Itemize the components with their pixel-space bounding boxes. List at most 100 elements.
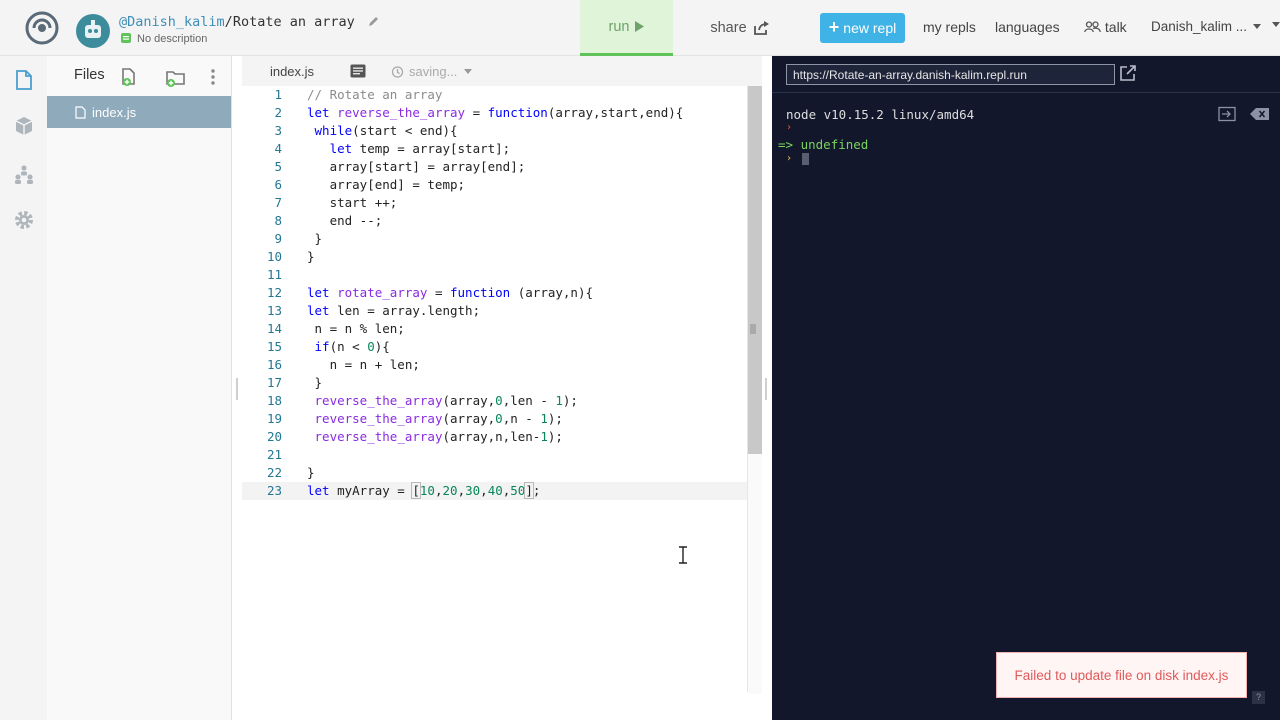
code-text: array[end] = temp; (307, 177, 466, 192)
code-line: 12 let rotate_array = function (array,n){ (242, 284, 748, 302)
error-toast[interactable]: Failed to update file on disk index.js (996, 652, 1247, 698)
save-status-label: saving... (409, 64, 458, 79)
editor-console-splitter[interactable] (765, 378, 767, 400)
scrollbar-cursor-marker (750, 324, 756, 334)
code-token: (array, (442, 393, 496, 408)
multiplayer-icon[interactable] (12, 162, 36, 186)
expand-console-icon[interactable] (1216, 106, 1238, 122)
line-number: 1 (274, 87, 282, 102)
line-number: 20 (266, 429, 282, 444)
new-repl-button[interactable]: + new repl (820, 13, 905, 43)
code-text: while(start < end){ (307, 122, 458, 140)
replit-logo-icon[interactable] (24, 10, 60, 46)
code-line: 1 // Rotate an array (242, 86, 748, 104)
open-external-icon[interactable] (1119, 64, 1137, 82)
code-text: let reverse_the_array = function(array,s… (307, 104, 683, 122)
console-input-caret[interactable] (802, 153, 809, 165)
code-token: ); (562, 393, 578, 408)
settings-gear-icon[interactable] (12, 208, 36, 232)
user-menu[interactable]: Danish_kalim ... (1151, 19, 1262, 34)
code-line: 7 start ++; (242, 194, 748, 212)
code-line-active: 23 let myArray = [10,20,30,40,50]; (242, 482, 748, 500)
code-line: 13 let len = array.length; (242, 302, 748, 320)
run-button[interactable]: run (580, 0, 673, 56)
code-line: 5 array[start] = array[end]; (242, 158, 748, 176)
code-token: function (450, 285, 511, 300)
line-number: 9 (274, 231, 282, 246)
my-repls-link[interactable]: my repls (923, 19, 976, 35)
code-text: } (307, 465, 315, 480)
more-options-icon[interactable] (202, 66, 224, 88)
format-code-icon[interactable] (350, 64, 366, 78)
code-line: 21 (242, 446, 748, 464)
user-avatar[interactable] (76, 14, 110, 48)
code-text: n = n % len; (307, 321, 405, 336)
add-file-icon[interactable] (118, 66, 140, 88)
code-line: 11 (242, 266, 748, 284)
code-token: ,len - (502, 393, 556, 408)
code-line: 10} (242, 248, 748, 266)
repl-url-field[interactable]: https://Rotate-an-array.danish-kalim.rep… (786, 64, 1115, 85)
line-number: 2 (274, 105, 282, 120)
code-token: 50 (510, 483, 526, 498)
files-editor-splitter[interactable] (236, 378, 238, 400)
clear-console-icon[interactable] (1249, 106, 1271, 122)
code-token: , (457, 483, 466, 498)
line-number: 18 (266, 393, 282, 408)
code-token: 0 (495, 393, 503, 408)
line-number: 6 (274, 177, 282, 192)
pencil-icon[interactable] (367, 15, 380, 28)
repl-description[interactable]: No description (120, 32, 207, 45)
talk-link[interactable]: talk (1084, 19, 1127, 35)
code-token: ,n - (502, 411, 541, 426)
console-divider (772, 92, 1280, 93)
code-token: = (427, 285, 450, 300)
add-folder-icon[interactable] (164, 66, 186, 88)
code-line: 16 n = n + len; (242, 356, 748, 374)
help-icon[interactable]: ? (1252, 691, 1265, 704)
code-token: = (465, 105, 488, 120)
code-token: myArray = (329, 483, 413, 498)
code-text: start ++; (307, 195, 398, 210)
code-token: (array,n){ (510, 285, 594, 300)
console-result-prefix: => (778, 137, 794, 152)
save-status[interactable]: saving... (390, 64, 473, 79)
packages-icon[interactable] (12, 114, 36, 138)
languages-link[interactable]: languages (995, 19, 1060, 35)
repl-name[interactable]: Rotate an array (233, 14, 355, 30)
code-token: function (487, 105, 548, 120)
file-item-index-js[interactable]: index.js (47, 96, 231, 128)
code-line: 9 } (242, 230, 748, 248)
code-token: , (480, 483, 488, 498)
line-number: 13 (266, 303, 282, 318)
repl-title-separator: / (224, 14, 233, 30)
code-token: reverse_the_array (337, 105, 466, 120)
text-cursor-icon (679, 546, 687, 564)
more-chevron-icon[interactable] (1272, 22, 1280, 27)
code-token: ); (547, 429, 563, 444)
editor-scrollbar-thumb[interactable] (748, 86, 762, 454)
line-number: 14 (266, 321, 282, 336)
code-text: // Rotate an array (307, 86, 442, 104)
console-prompt: › (786, 122, 793, 133)
line-number: 10 (266, 249, 282, 264)
repl-description-text: No description (137, 33, 208, 45)
console-input-prompt: › (786, 153, 793, 164)
files-icon[interactable] (12, 68, 36, 92)
file-item-label: index.js (92, 104, 137, 120)
line-number: 21 (266, 447, 282, 462)
code-token: if (314, 339, 330, 354)
console-panel[interactable]: https://Rotate-an-array.danish-kalim.rep… (772, 56, 1280, 720)
repl-owner-link[interactable]: @Danish_kalim (119, 14, 225, 30)
code-area[interactable]: 1 // Rotate an array 2 let reverse_the_arr… (242, 86, 748, 694)
share-button[interactable]: share (695, 0, 785, 56)
code-token: // Rotate an array (307, 87, 443, 102)
line-number: 12 (266, 285, 282, 300)
code-text: } (307, 249, 315, 264)
code-token: 40 (487, 483, 503, 498)
tab-index-js[interactable]: index.js (242, 56, 342, 86)
left-sidebar (0, 56, 47, 720)
